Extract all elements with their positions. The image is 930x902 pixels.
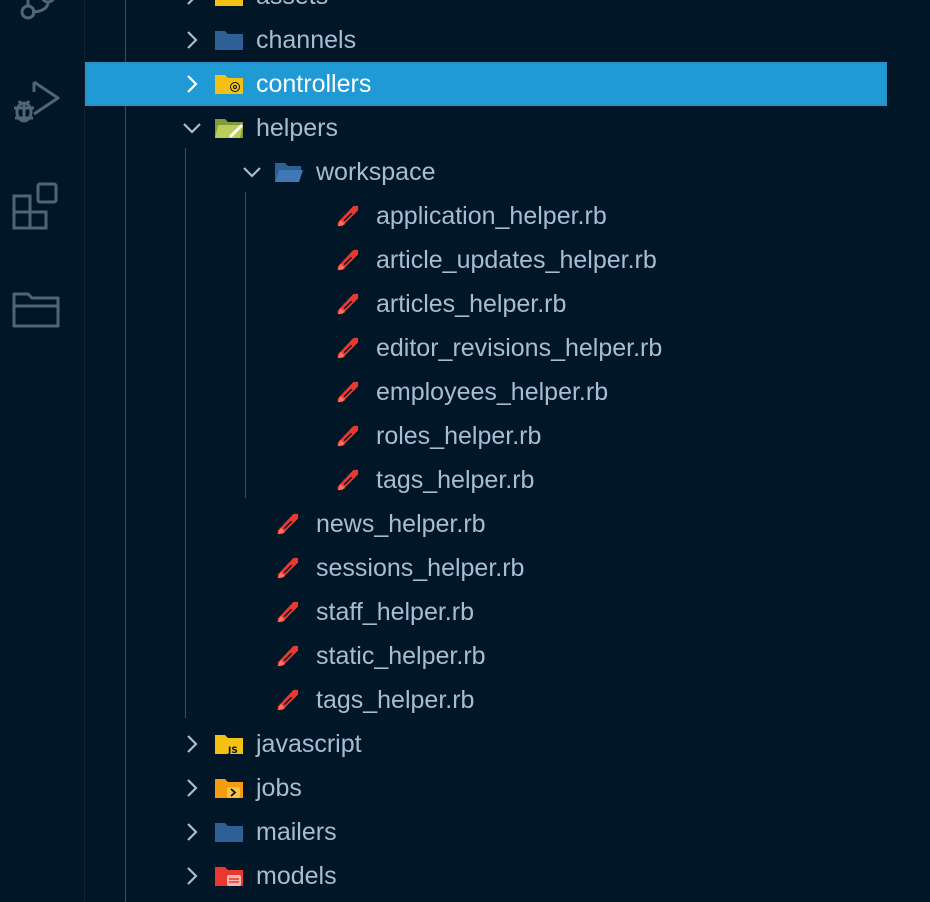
chevron-down-icon[interactable] <box>181 117 203 139</box>
ruby-icon <box>277 557 299 579</box>
tree-label: employees_helper.rb <box>376 378 609 406</box>
tree-label: assets <box>256 0 328 18</box>
tree-row-controllers[interactable]: controllers <box>85 62 887 106</box>
ruby-icon <box>337 205 359 227</box>
tree-row-tags-helper-rb[interactable]: tags_helper.rb <box>85 678 887 722</box>
svg-text:JS: JS <box>227 746 238 756</box>
tree-label: workspace <box>316 158 436 186</box>
ruby-icon <box>277 689 299 711</box>
chevron-right-icon[interactable] <box>181 865 203 887</box>
tree-label: controllers <box>256 70 372 98</box>
tree-row-mailers[interactable]: mailers <box>85 810 887 854</box>
tree-row-employees-helper-rb[interactable]: employees_helper.rb <box>85 370 887 414</box>
tree-label: application_helper.rb <box>376 202 607 230</box>
folder-icon <box>215 31 243 50</box>
extensions-icon[interactable] <box>10 180 62 232</box>
tree-label: tags_helper.rb <box>316 686 475 714</box>
tree-label: article_updates_helper.rb <box>376 246 657 274</box>
tree-row-staff-helper-rb[interactable]: staff_helper.rb <box>85 590 887 634</box>
run-debug-icon[interactable] <box>10 74 62 126</box>
source-control-icon[interactable] <box>10 0 62 34</box>
tree-row-sessions-helper-rb[interactable]: sessions_helper.rb <box>85 546 887 590</box>
folder-models-icon <box>215 867 243 886</box>
chevron-down-icon[interactable] <box>241 161 263 183</box>
chevron-right-icon[interactable] <box>181 733 203 755</box>
tree-row-models[interactable]: models <box>85 854 887 898</box>
chevron-right-icon[interactable] <box>181 821 203 843</box>
ruby-icon <box>277 513 299 535</box>
tree-label: channels <box>256 26 357 54</box>
tree-row-article-updates-helper-rb[interactable]: article_updates_helper.rb <box>85 238 887 282</box>
folder-jobs-icon <box>215 779 243 798</box>
tree-row-application-helper-rb[interactable]: application_helper.rb <box>85 194 887 238</box>
tree-label: tags_helper.rb <box>376 466 535 494</box>
tree-row-news-helper-rb[interactable]: news_helper.rb <box>85 502 887 546</box>
folder-helpers-icon <box>215 119 243 138</box>
tree-label: mailers <box>256 818 337 846</box>
tree-row-helpers[interactable]: helpers <box>85 106 887 150</box>
ruby-icon <box>277 645 299 667</box>
explorer-icon[interactable] <box>10 284 62 336</box>
file-explorer: assets channels controllers helpers workspa… <box>85 0 888 902</box>
ruby-icon <box>337 425 359 447</box>
ruby-icon <box>337 249 359 271</box>
tree-row-channels[interactable]: channels <box>85 18 887 62</box>
folder-controllers-icon <box>215 75 243 94</box>
tree-label: javascript <box>256 730 362 758</box>
ruby-icon <box>337 337 359 359</box>
tree-row-assets[interactable]: assets <box>85 0 887 18</box>
ruby-icon <box>337 293 359 315</box>
folder-icon <box>215 0 243 6</box>
tree-label: models <box>256 862 337 890</box>
chevron-right-icon[interactable] <box>181 73 203 95</box>
tree-row-editor-revisions-helper-rb[interactable]: editor_revisions_helper.rb <box>85 326 887 370</box>
folder-open-icon <box>275 163 303 182</box>
tree-row-javascript[interactable]: JS javascript <box>85 722 887 766</box>
tree-label: sessions_helper.rb <box>316 554 525 582</box>
tree-row-articles-helper-rb[interactable]: articles_helper.rb <box>85 282 887 326</box>
editor-edge <box>887 0 930 902</box>
tree-row-static-helper-rb[interactable]: static_helper.rb <box>85 634 887 678</box>
tree-label: editor_revisions_helper.rb <box>376 334 663 362</box>
ruby-icon <box>337 381 359 403</box>
chevron-right-icon[interactable] <box>181 777 203 799</box>
tree-label: static_helper.rb <box>316 642 486 670</box>
tree-label: helpers <box>256 114 338 142</box>
folder-icon <box>215 823 243 842</box>
tree-row-jobs[interactable]: jobs <box>85 766 887 810</box>
ruby-icon <box>337 469 359 491</box>
tree-row-workspace[interactable]: workspace <box>85 150 887 194</box>
chevron-right-icon[interactable] <box>181 29 203 51</box>
ruby-icon <box>277 601 299 623</box>
chevron-right-icon <box>187 0 194 5</box>
tree-label: jobs <box>256 774 302 802</box>
tree-label: staff_helper.rb <box>316 598 474 626</box>
tree-row-tags-helper-rb[interactable]: tags_helper.rb <box>85 458 887 502</box>
tree-row-roles-helper-rb[interactable]: roles_helper.rb <box>85 414 887 458</box>
tree-label: roles_helper.rb <box>376 422 542 450</box>
activity-bar <box>0 0 85 902</box>
folder-js-icon: JS <box>215 735 243 756</box>
tree-label: news_helper.rb <box>316 510 486 538</box>
tree-label: articles_helper.rb <box>376 290 567 318</box>
